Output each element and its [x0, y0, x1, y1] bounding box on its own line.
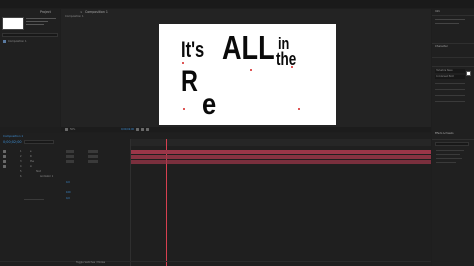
- parent-select[interactable]: [88, 150, 98, 153]
- layer-bar[interactable]: [131, 155, 431, 159]
- layer-name[interactable]: Animator 1: [40, 175, 53, 178]
- timeline-time[interactable]: 0;00;02;00: [3, 140, 22, 144]
- project-item[interactable]: Composition 1: [8, 40, 27, 43]
- property-value[interactable]: 100: [66, 191, 71, 194]
- layer-name[interactable]: e: [30, 150, 31, 153]
- layer-name[interactable]: R: [30, 155, 32, 158]
- info-tab[interactable]: Info: [435, 10, 440, 13]
- anchor-marker[interactable]: [291, 66, 293, 68]
- eye-icon[interactable]: [3, 155, 6, 158]
- project-tab[interactable]: Project: [40, 10, 51, 14]
- layer-number: 4: [20, 165, 22, 168]
- layer-number: 1: [20, 150, 22, 153]
- timeline-footer-toggle[interactable]: Toggle Switches / Modes: [76, 261, 105, 264]
- text-the[interactable]: the: [276, 50, 296, 68]
- layer-number: 6: [20, 175, 22, 178]
- layer-bar[interactable]: [131, 150, 431, 154]
- comp-footer-toolbar: 50% 0;00;02;00: [61, 127, 431, 132]
- layer-name[interactable]: the: [30, 160, 34, 163]
- anchor-marker[interactable]: [183, 108, 185, 110]
- character-tab[interactable]: Character: [435, 45, 448, 48]
- zoom-icon[interactable]: [65, 128, 68, 131]
- text-e[interactable]: e: [202, 90, 216, 120]
- camera-icon[interactable]: [136, 128, 139, 131]
- channel-icon[interactable]: [146, 128, 149, 131]
- project-item-info: [26, 18, 56, 19]
- layer-number: 3: [20, 160, 22, 163]
- layer-row[interactable]: 3 the: [0, 160, 130, 164]
- layer-row[interactable]: 4 in: [0, 165, 130, 169]
- project-search-input[interactable]: [2, 33, 58, 37]
- anchor-marker[interactable]: [250, 69, 252, 71]
- color-swatch-white[interactable]: [466, 71, 471, 76]
- right-panel: Info Character Helvetica Neue Condensed …: [432, 9, 474, 266]
- close-icon[interactable]: ×: [80, 10, 83, 14]
- layer-name[interactable]: Text: [36, 170, 41, 173]
- text-r[interactable]: R: [181, 67, 198, 97]
- project-thumbnail: [2, 17, 24, 30]
- grid-icon[interactable]: [141, 128, 144, 131]
- layer-row[interactable]: 2 R: [0, 155, 130, 159]
- layer-number: 2: [20, 155, 22, 158]
- effects-tab[interactable]: Effects & Presets: [435, 132, 454, 135]
- comp-tab[interactable]: Composition 1: [85, 10, 108, 14]
- zoom-level[interactable]: 50%: [70, 128, 75, 131]
- text-all[interactable]: ALL: [222, 31, 275, 64]
- layer-row[interactable]: 6 Animator 1: [0, 175, 130, 179]
- layer-number: 5: [20, 170, 22, 173]
- timeline-panel: Composition 1 0;00;02;00 1 e 2 R 3 the 4…: [0, 133, 431, 266]
- top-strip: [0, 0, 474, 8]
- layer-row[interactable]: 1 e: [0, 150, 130, 154]
- layer-label-box[interactable]: [66, 150, 74, 153]
- comp-time[interactable]: 0;00;02;00: [121, 128, 134, 131]
- eye-icon[interactable]: [3, 165, 6, 168]
- composition-canvas[interactable]: It's ALL in the R e: [159, 24, 336, 125]
- property-value[interactable]: 0.0: [66, 181, 70, 184]
- property-value[interactable]: 0,0: [66, 197, 70, 200]
- anchor-marker[interactable]: [298, 108, 300, 110]
- font-style: Condensed Bold: [436, 75, 454, 78]
- layer-bar[interactable]: [131, 160, 431, 164]
- layer-row[interactable]: 5 Text: [0, 170, 130, 174]
- project-panel: Project Composition 1: [0, 9, 60, 127]
- timeline-tab[interactable]: Composition 1: [3, 134, 23, 138]
- layer-label-box[interactable]: [66, 155, 74, 158]
- layer-name[interactable]: in: [30, 165, 32, 168]
- eye-icon[interactable]: [3, 160, 6, 163]
- font-name: Helvetica Neue: [436, 69, 453, 72]
- parent-select[interactable]: [88, 160, 98, 163]
- layer-label-box[interactable]: [66, 160, 74, 163]
- effects-search-input[interactable]: [435, 142, 469, 146]
- timeline-search-input[interactable]: [24, 140, 54, 144]
- time-ruler[interactable]: [131, 139, 431, 146]
- eye-icon[interactable]: [3, 150, 6, 153]
- anchor-marker[interactable]: [182, 62, 184, 64]
- composition-icon: [3, 40, 6, 43]
- text-its[interactable]: It's: [181, 39, 204, 61]
- parent-select[interactable]: [88, 155, 98, 158]
- comp-view-label[interactable]: Composition 1: [65, 15, 84, 18]
